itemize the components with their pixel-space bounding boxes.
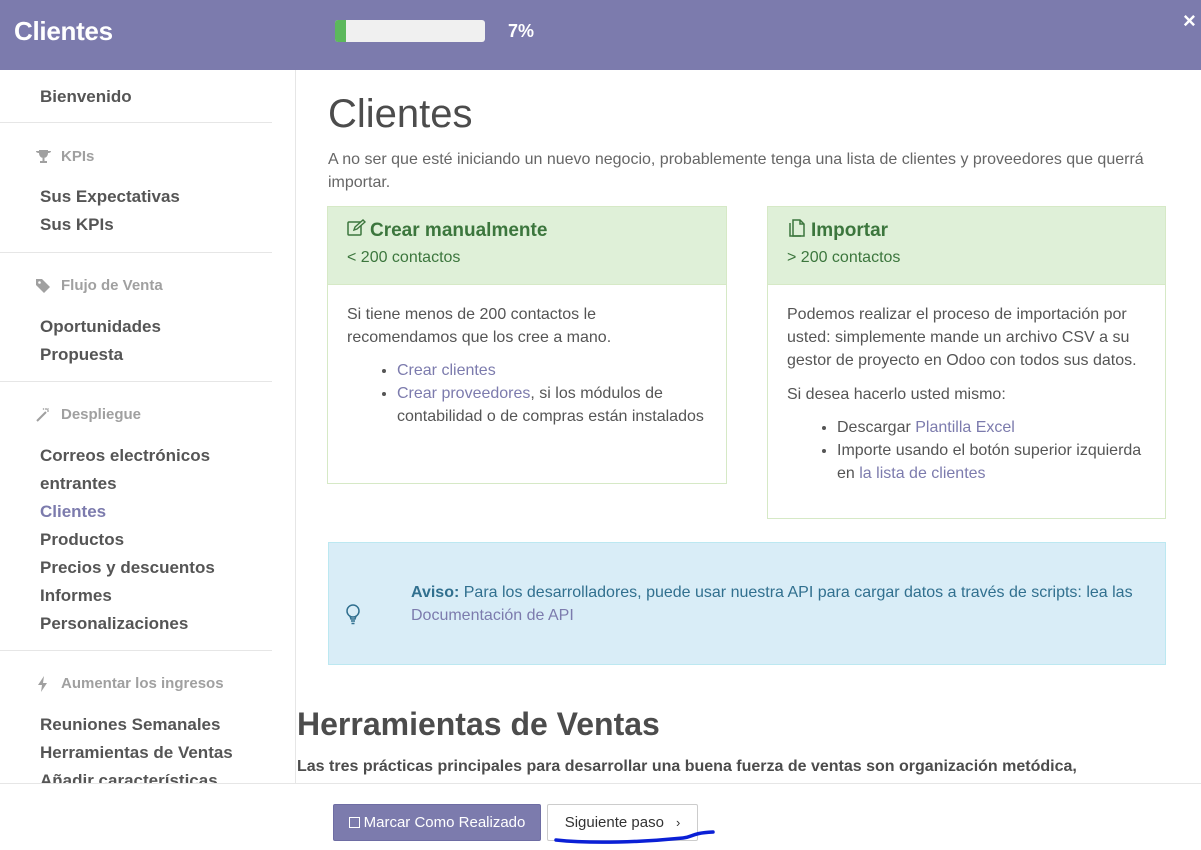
sidebar-divider bbox=[0, 122, 272, 123]
sidebar-section-flujo-de-venta: Flujo de Venta bbox=[32, 276, 163, 296]
progress-fill bbox=[335, 20, 346, 42]
tag-icon bbox=[32, 278, 54, 294]
customer-list-link[interactable]: la lista de clientes bbox=[859, 465, 985, 482]
sidebar-item-personalizaciones[interactable]: Personalizaciones bbox=[40, 610, 188, 638]
sidebar-section-despliegue: Despliegue bbox=[32, 405, 141, 425]
manual-card: Crear manualmente < 200 contactos Si tie… bbox=[327, 206, 727, 484]
manual-card-subtitle: < 200 contactos bbox=[347, 249, 461, 266]
create-vendors-link[interactable]: Crear proveedores bbox=[397, 385, 530, 402]
close-button[interactable]: × bbox=[1183, 8, 1196, 34]
mark-done-button[interactable]: Marcar Como Realizado bbox=[333, 804, 541, 841]
download-prefix: Descargar bbox=[837, 419, 916, 436]
excel-template-link[interactable]: Plantilla Excel bbox=[915, 419, 1015, 436]
sidebar-item-sus-kpis[interactable]: Sus KPIs bbox=[40, 211, 114, 239]
sidebar-item-clientes[interactable]: Clientes bbox=[40, 498, 106, 526]
magic-wand-icon bbox=[32, 407, 54, 423]
import-card-body: Podemos realizar el proceso de importaci… bbox=[768, 285, 1165, 503]
manual-card-title: Crear manualmente bbox=[370, 220, 548, 241]
section-text: Las tres prácticas principales para desa… bbox=[297, 758, 1077, 775]
sidebar-section-title: Flujo de Venta bbox=[61, 277, 163, 294]
mark-done-label: Marcar Como Realizado bbox=[363, 814, 526, 831]
manual-card-body: Si tiene menos de 200 contactos le recom… bbox=[328, 285, 726, 446]
bolt-icon bbox=[32, 676, 54, 692]
hint-text: Aviso: Para los desarrolladores, puede u… bbox=[411, 581, 1141, 627]
developer-hint-box: Aviso: Para los desarrolladores, puede u… bbox=[328, 542, 1166, 665]
import-card-subtitle: > 200 contactos bbox=[787, 249, 901, 266]
sidebar-item-herramientas[interactable]: Herramientas de Ventas bbox=[40, 739, 233, 767]
sidebar-divider bbox=[0, 650, 272, 651]
list-item: Crear clientes bbox=[397, 359, 707, 382]
sidebar-section-aumentar: Aumentar los ingresos bbox=[32, 674, 224, 694]
sidebar-section-kpis: KPIs bbox=[32, 147, 94, 167]
sidebar-item-correos[interactable]: Correos electrónicos bbox=[40, 442, 210, 470]
import-card-header: Importar > 200 contactos bbox=[768, 207, 1165, 285]
import-card-text2: Si desea hacerlo usted mismo: bbox=[787, 386, 1006, 403]
sidebar-item-reuniones[interactable]: Reuniones Semanales bbox=[40, 711, 220, 739]
manual-card-list: Crear clientes Crear proveedores, si los… bbox=[347, 359, 707, 428]
files-icon bbox=[787, 219, 811, 243]
list-item: Crear proveedores, si los módulos de con… bbox=[397, 382, 707, 428]
list-item: Importe usando el botón superior izquier… bbox=[837, 439, 1146, 485]
sidebar: Bienvenido KPIs Sus Expectativas Sus KPI… bbox=[0, 70, 296, 783]
main-content: Clientes A no ser que esté iniciando un … bbox=[297, 70, 1201, 783]
manual-card-title-row: Crear manualmente bbox=[347, 219, 707, 243]
intro-text: A no ser que esté iniciando un nuevo neg… bbox=[328, 151, 1144, 191]
section-title: Herramientas de Ventas bbox=[297, 706, 660, 742]
sidebar-item-bienvenido[interactable]: Bienvenido bbox=[40, 83, 132, 111]
sidebar-item-caracteristicas[interactable]: Añadir características bbox=[40, 767, 218, 783]
sidebar-section-title: Despliegue bbox=[61, 406, 142, 423]
sidebar-item-sus-expectativas[interactable]: Sus Expectativas bbox=[40, 183, 180, 211]
import-card: Importar > 200 contactos Podemos realiza… bbox=[767, 206, 1166, 519]
import-card-title: Importar bbox=[811, 220, 889, 241]
sidebar-divider bbox=[0, 381, 272, 382]
sidebar-item-propuesta[interactable]: Propuesta bbox=[40, 341, 123, 369]
import-card-title-row: Importar bbox=[787, 219, 1146, 243]
page-title: Clientes bbox=[328, 92, 473, 136]
checkbox-icon bbox=[348, 817, 360, 828]
lightbulb-icon bbox=[345, 604, 361, 631]
progress-label: 7% bbox=[508, 21, 535, 41]
edit-icon bbox=[347, 219, 370, 243]
hint-body: Para los desarrolladores, puede usar nue… bbox=[459, 584, 1133, 601]
sidebar-divider bbox=[0, 252, 272, 253]
trophy-icon bbox=[32, 149, 54, 165]
app-title: Clientes bbox=[14, 16, 113, 46]
import-card-text: Podemos realizar el proceso de importaci… bbox=[787, 306, 1137, 369]
sidebar-item-productos[interactable]: Productos bbox=[40, 526, 124, 554]
sidebar-item-oportunidades[interactable]: Oportunidades bbox=[40, 313, 161, 341]
manual-card-header: Crear manualmente < 200 contactos bbox=[328, 207, 726, 285]
list-item: Descargar Plantilla Excel bbox=[837, 416, 1146, 439]
manual-card-text: Si tiene menos de 200 contactos le recom… bbox=[347, 306, 612, 346]
sidebar-item-correos-cont[interactable]: entrantes bbox=[40, 470, 117, 498]
sidebar-item-precios[interactable]: Precios y descuentos bbox=[40, 554, 215, 582]
sidebar-item-informes[interactable]: Informes bbox=[40, 582, 112, 610]
create-customers-link[interactable]: Crear clientes bbox=[397, 362, 496, 379]
annotation-underline bbox=[554, 830, 715, 844]
header-bar: Clientes 7% × bbox=[0, 0, 1201, 70]
import-card-list: Descargar Plantilla Excel Importe usando… bbox=[787, 416, 1146, 485]
sidebar-section-title: KPIs bbox=[61, 148, 95, 165]
sidebar-section-title: Aumentar los ingresos bbox=[61, 675, 224, 692]
api-docs-link[interactable]: Documentación de API bbox=[411, 607, 574, 624]
hint-label: Aviso: bbox=[411, 584, 460, 601]
progress-bar bbox=[335, 20, 485, 42]
